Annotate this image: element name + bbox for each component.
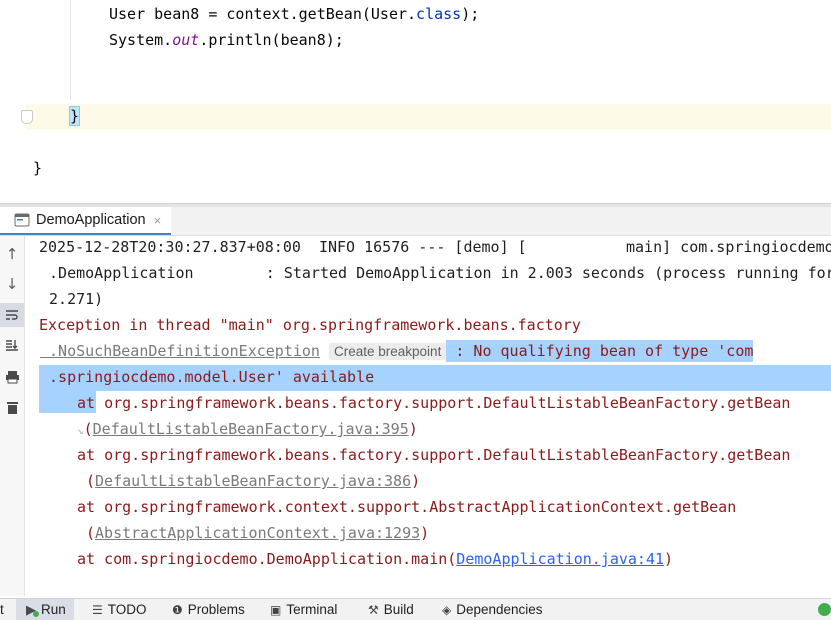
run-tool-window-header: DemoApplication × xyxy=(0,207,831,236)
fold-marker-icon[interactable] xyxy=(21,110,33,124)
indent-guide xyxy=(70,0,71,100)
tab-todo[interactable]: ☰ TODO xyxy=(92,599,147,620)
exception-text: Exception in thread "main" org.springfra… xyxy=(39,316,581,334)
matched-brace: } xyxy=(68,106,81,126)
status-item-cut[interactable]: t xyxy=(0,599,4,620)
console-tab-icon xyxy=(14,213,30,227)
tab-dependencies[interactable]: ◈ Dependencies xyxy=(442,599,543,620)
code-editor[interactable]: User bean8 = context.getBean(User.class)… xyxy=(0,0,831,203)
print-icon[interactable] xyxy=(0,365,24,389)
console-line: (DefaultListableBeanFactory.java:386) xyxy=(86,470,420,496)
code-text: ); xyxy=(461,5,480,23)
status-label: Problems xyxy=(187,602,245,617)
tab-problems[interactable]: ❶ Problems xyxy=(172,599,245,620)
list-icon: ☰ xyxy=(92,602,103,617)
terminal-icon: ▣ xyxy=(270,602,282,617)
console-line: (AbstractApplicationContext.java:1293) xyxy=(86,522,429,548)
stack-frame: org.springframework.beans.factory.suppor… xyxy=(95,394,791,412)
console-line: 2025-12-28T20:30:27.837+08:00 INFO 16576… xyxy=(25,236,831,262)
paren: ( xyxy=(86,472,96,490)
code-text: User bean8 = context.getBean(User. xyxy=(109,5,417,23)
source-link[interactable]: AbstractApplicationContext.java:1293 xyxy=(95,524,420,542)
paren: ( xyxy=(83,420,93,438)
console-line: 2.271) xyxy=(25,288,103,314)
status-label: Run xyxy=(41,602,66,617)
stack-frame: at org.springframework.context.support.A… xyxy=(77,498,737,516)
status-label: Dependencies xyxy=(456,602,543,617)
code-text: } xyxy=(33,159,43,177)
console-side-toolbar: ↑ ↓ xyxy=(0,236,25,596)
layers-icon: ◈ xyxy=(442,602,452,617)
code-static-field: out xyxy=(172,31,200,49)
console-text: 2.271) xyxy=(40,290,104,308)
paren: ) xyxy=(408,420,418,438)
console-text: 2025-12-28T20:30:27.837+08:00 INFO 16576… xyxy=(39,238,831,256)
console-line: at org.springframework.beans.factory.sup… xyxy=(77,444,790,470)
code-text: System. xyxy=(109,31,173,49)
stack-at: at xyxy=(77,394,96,412)
source-link[interactable]: DefaultListableBeanFactory.java:395 xyxy=(93,420,409,438)
tab-run[interactable]: ▶ Run xyxy=(16,599,74,620)
code-line[interactable]: } xyxy=(68,106,81,126)
status-label: t xyxy=(0,602,4,617)
create-breakpoint-button[interactable]: Create breakpoint xyxy=(329,343,447,360)
arrow-down-icon[interactable]: ↓ xyxy=(0,272,24,296)
exception-text: .springiocdemo.model.User' available xyxy=(40,368,375,386)
console-line: .NoSuchBeanDefinitionException Create br… xyxy=(40,340,754,366)
soft-wrap-icon[interactable] xyxy=(0,303,24,327)
exception-class-link[interactable]: .NoSuchBeanDefinitionException xyxy=(40,342,320,360)
status-label: TODO xyxy=(107,602,147,617)
console-line: Exception in thread "main" org.springfra… xyxy=(39,314,581,340)
run-console-output[interactable]: 2025-12-28T20:30:27.837+08:00 INFO 16576… xyxy=(25,236,831,596)
event-log-icon[interactable] xyxy=(818,599,831,620)
tab-build[interactable]: ⚒ Build xyxy=(368,599,414,620)
paren: ) xyxy=(411,472,421,490)
info-icon: ❶ xyxy=(172,602,183,617)
stack-frame: at org.springframework.beans.factory.sup… xyxy=(77,446,791,464)
exception-message: : No qualifying bean of type 'com xyxy=(446,340,754,362)
status-label: Build xyxy=(383,602,414,617)
editor-gutter xyxy=(0,0,26,203)
code-line[interactable]: User bean8 = context.getBean(User.class)… xyxy=(109,4,479,24)
source-link[interactable]: DefaultListableBeanFactory.java:386 xyxy=(95,472,411,490)
wrap-indicator-icon: ↘ xyxy=(77,424,84,437)
console-line: at org.springframework.beans.factory.sup… xyxy=(77,392,790,418)
console-line: at com.springiocdemo.DemoApplication.mai… xyxy=(77,548,673,574)
hammer-icon: ⚒ xyxy=(368,602,379,617)
current-line-highlight xyxy=(26,104,831,130)
console-line: at org.springframework.context.support.A… xyxy=(77,496,736,522)
paren: ( xyxy=(86,524,96,542)
tab-terminal[interactable]: ▣ Terminal xyxy=(270,599,337,620)
run-icon: ▶ xyxy=(26,602,39,618)
code-line[interactable]: } xyxy=(33,158,42,178)
tab-label: DemoApplication xyxy=(36,212,146,228)
paren: ) xyxy=(664,550,674,568)
close-icon[interactable]: × xyxy=(154,213,162,228)
console-line: ↘(DefaultListableBeanFactory.java:395) xyxy=(77,418,418,444)
stack-frame: at com.springiocdemo.DemoApplication.mai… xyxy=(77,550,457,568)
code-keyword: class xyxy=(416,5,462,23)
console-line: .DemoApplication : Started DemoApplicati… xyxy=(25,262,831,288)
code-line[interactable]: System.out.println(bean8); xyxy=(109,30,344,50)
console-line: .springiocdemo.model.User' available xyxy=(40,366,374,392)
source-link[interactable]: DemoApplication.java:41 xyxy=(456,550,664,568)
console-text: .DemoApplication : Started DemoApplicati… xyxy=(40,264,831,282)
trash-icon[interactable] xyxy=(0,395,24,419)
tab-demo-application[interactable]: DemoApplication × xyxy=(0,207,172,235)
status-label: Terminal xyxy=(286,602,338,617)
paren: ) xyxy=(420,524,430,542)
arrow-up-icon[interactable]: ↑ xyxy=(0,242,24,266)
tool-window-bar: t ▶ Run ☰ TODO ❶ Problems ▣ Terminal ⚒ B… xyxy=(0,598,831,620)
code-text: .println(bean8); xyxy=(199,31,344,49)
scroll-to-end-icon[interactable] xyxy=(0,333,24,357)
